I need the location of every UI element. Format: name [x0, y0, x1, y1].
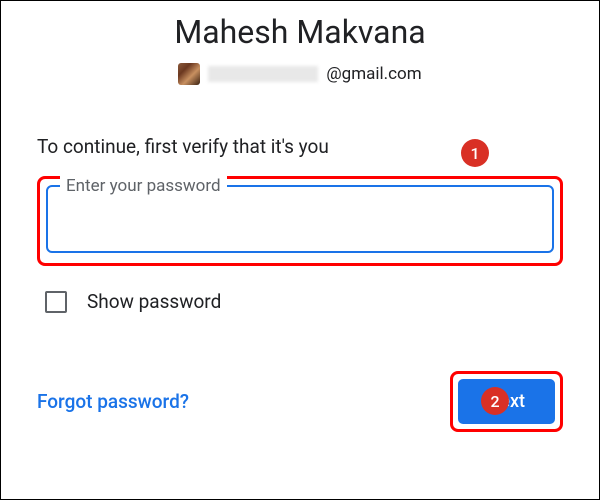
callout-badge-2: 2 [481, 387, 509, 415]
avatar [178, 63, 200, 85]
password-input[interactable] [48, 187, 552, 251]
password-label: Enter your password [60, 176, 227, 196]
account-chip[interactable]: @gmail.com [174, 61, 425, 87]
display-name: Mahesh Makvana [37, 13, 563, 51]
callout-badge-1: 1 [461, 139, 489, 167]
email-local-blurred [208, 66, 318, 82]
password-field[interactable]: Enter your password [46, 185, 554, 253]
show-password-label: Show password [87, 290, 221, 313]
show-password-row: Show password [45, 290, 563, 313]
email-domain: @gmail.com [326, 64, 421, 84]
forgot-password-link[interactable]: Forgot password? [37, 390, 189, 413]
account-header: Mahesh Makvana @gmail.com [37, 13, 563, 89]
show-password-checkbox[interactable] [45, 291, 67, 313]
password-field-annotation: Enter your password [37, 176, 563, 266]
